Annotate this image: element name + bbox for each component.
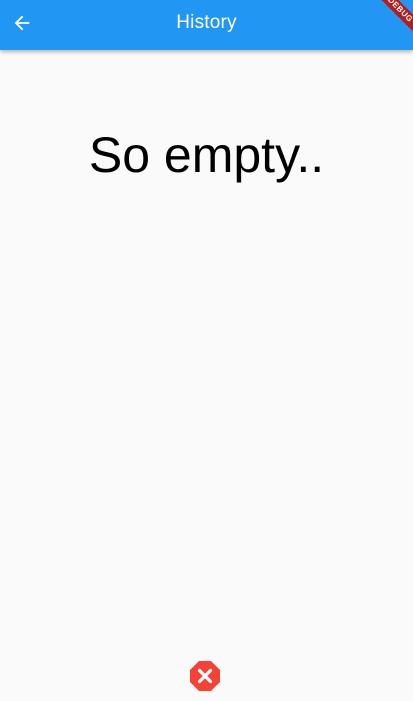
history-screen: History DEBUG So empty..: [0, 0, 413, 701]
page-title: History: [176, 12, 237, 33]
error-octagon-icon[interactable]: [189, 660, 221, 692]
debug-banner: DEBUG: [373, 0, 413, 40]
debug-banner-label: DEBUG: [373, 0, 413, 39]
app-bar: History: [0, 0, 413, 50]
empty-state-message: So empty..: [88, 127, 325, 183]
